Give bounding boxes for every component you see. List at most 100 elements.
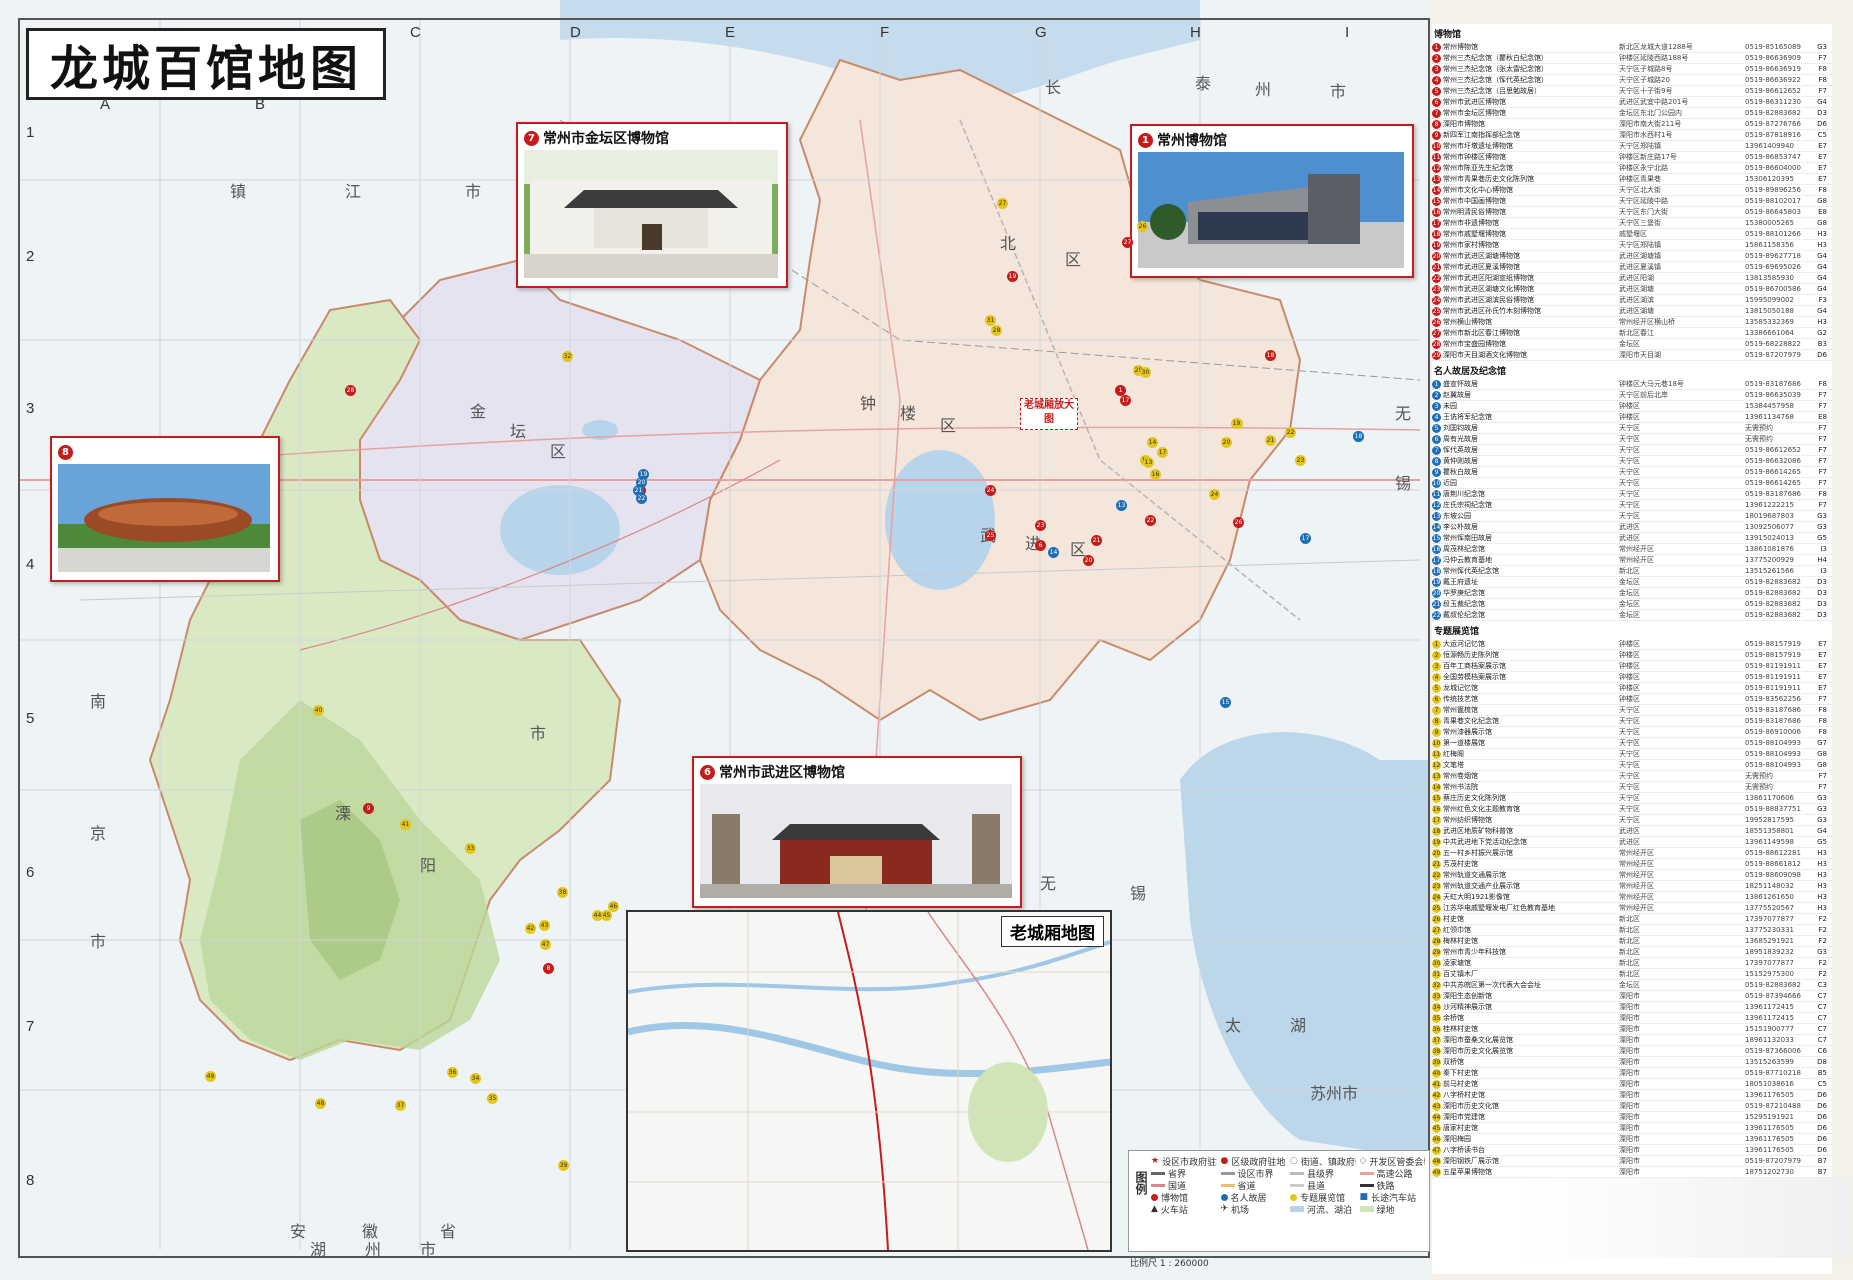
photo-card-liyang[interactable]: 8 溧阳市博物馆 (50, 436, 280, 582)
directory-row[interactable]: 15 蔡庄历史文化陈列馆 天宁区 13861170606 G3 (1432, 793, 1832, 804)
directory-row[interactable]: 11 常州市钟楼区博物馆 钟楼区新庄路17号 0519-86853747 E7 (1432, 152, 1832, 163)
map-marker[interactable]: 22 (636, 493, 647, 504)
map-marker[interactable]: 37 (395, 1100, 406, 1111)
directory-row[interactable]: 47 八字桥读书台 溧阳市 13961176505 D6 (1432, 1145, 1832, 1156)
photo-card-jintan[interactable]: 7 常州市金坛区博物馆 (516, 122, 788, 288)
directory-row[interactable]: 6 周有光故居 天宁区 无需预约 F7 (1432, 434, 1832, 445)
map-marker[interactable]: 14 (1147, 437, 1158, 448)
directory-row[interactable]: 42 八字桥村史馆 溧阳市 13961176505 D6 (1432, 1090, 1832, 1101)
directory-row[interactable]: 24 天虹大明1921影像馆 常州经开区 13861261650 H3 (1432, 892, 1832, 903)
directory-row[interactable]: 1 盛宣怀故居 钟楼区大马元巷18号 0519-83187686 F8 (1432, 379, 1832, 390)
map-marker[interactable]: 40 (313, 705, 324, 716)
directory-panel[interactable]: 博物馆 1 常州博物馆 新北区龙城大道1288号 0519-85165089 G3 2 常州三… (1432, 24, 1832, 1274)
map-marker[interactable]: 36 (447, 1067, 458, 1078)
directory-row[interactable]: 2 常州三杰纪念馆（瞿秋白纪念馆） 钟楼区延陵西路188号 0519-86636909… (1432, 53, 1832, 64)
directory-row[interactable]: 33 溧阳生态创新馆 溧阳市 0519-87394666 C7 (1432, 991, 1832, 1002)
directory-row[interactable]: 4 王诜将军纪念馆 钟楼区 13961134768 E8 (1432, 412, 1832, 423)
map-marker[interactable]: 42 (525, 923, 536, 934)
directory-row[interactable]: 24 常州市武进区湖滨民俗博物馆 武进区湖滨 15995099002 F3 (1432, 295, 1832, 306)
directory-row[interactable]: 34 沙河精神展示馆 溧阳市 13961172415 C7 (1432, 1002, 1832, 1013)
directory-row[interactable]: 48 溧阳钢铁厂展示馆 溧阳市 0519-87207979 B7 (1432, 1156, 1832, 1167)
directory-row[interactable]: 5 常州三杰纪念馆（吕思勉故居） 天宁区十子街9号 0519-86612652 F7 (1432, 86, 1832, 97)
directory-row[interactable]: 10 第一道楼展馆 天宁区 0519-88104993 G7 (1432, 738, 1832, 749)
map-marker[interactable]: 17 (1300, 533, 1311, 544)
directory-row[interactable]: 25 江苏华电戚墅堰发电厂红色教育基地 常州经开区 13775520567 H3 (1432, 903, 1832, 914)
old-city-inset-map[interactable]: 老城厢地图 (626, 910, 1112, 1252)
directory-row[interactable]: 27 常州市新北区春江博物馆 新北区春江 13386661064 G2 (1432, 328, 1832, 339)
inset-map-canvas[interactable] (628, 912, 1110, 1250)
map-marker[interactable]: 35 (487, 1093, 498, 1104)
directory-row[interactable]: 1 常州博物馆 新北区龙城大道1288号 0519-85165089 G3 (1432, 42, 1832, 53)
directory-row[interactable]: 17 常州市非遗博物馆 天宁区三堡街 15380005265 G8 (1432, 218, 1832, 229)
directory-row[interactable]: 21 段玉裁纪念馆 金坛区 0519-82883682 D3 (1432, 599, 1832, 610)
directory-row[interactable]: 12 庄氏宗祠纪念馆 天宁区 13961222215 F7 (1432, 500, 1832, 511)
directory-row[interactable]: 32 中共苏皖区第一次代表大会会址 金坛区 0519-82883682 C3 (1432, 980, 1832, 991)
directory-row[interactable]: 10 常州市圩墩遗址博物馆 天宁区郑陆镇 13961409940 E7 (1432, 141, 1832, 152)
map-marker[interactable]: 24 (1209, 489, 1220, 500)
map-marker[interactable]: 27 (1122, 237, 1133, 248)
directory-row[interactable]: 21 常州市武进区夏溪博物馆 武进区夏溪镇 0519-69695026 G4 (1432, 262, 1832, 273)
directory-row[interactable]: 29 常州市青少年科技馆 新北区 18951839232 G3 (1432, 947, 1832, 958)
old-city-callout[interactable]: 老城厢放大图 (1020, 398, 1078, 430)
map-marker[interactable]: 26 (1233, 517, 1244, 528)
directory-row[interactable]: 22 戴叔伦纪念馆 金坛区 0519-82883682 D3 (1432, 610, 1832, 621)
directory-row[interactable]: 12 常州市陈亚先生纪念馆 钟楼区永宁北路 0519-86604000 E7 (1432, 163, 1832, 174)
map-marker[interactable]: 20 (1083, 555, 1094, 566)
directory-row[interactable]: 25 常州市武进区孙氏竹木刻博物馆 武进区湖塘 13815050188 G4 (1432, 306, 1832, 317)
map-marker[interactable]: 30 (1140, 367, 1151, 378)
directory-row[interactable]: 13 东坡公园 天宁区 18019687803 G3 (1432, 511, 1832, 522)
directory-row[interactable]: 14 李公朴故居 武进区 13092506077 G3 (1432, 522, 1832, 533)
directory-row[interactable]: 14 常州书法院 天宁区 无需预约 F7 (1432, 782, 1832, 793)
map-marker[interactable]: 18 (1353, 431, 1364, 442)
directory-row[interactable]: 20 华罗庚纪念馆 金坛区 0519-82883682 D3 (1432, 588, 1832, 599)
directory-row[interactable]: 8 青果巷文化纪念馆 天宁区 0519-83187686 F8 (1432, 716, 1832, 727)
directory-row[interactable]: 28 梅林村史馆 新北区 13685291921 F2 (1432, 936, 1832, 947)
directory-row[interactable]: 26 村史馆 新北区 17397077877 F2 (1432, 914, 1832, 925)
directory-row[interactable]: 17 常州纺织博物馆 天宁区 19952817595 G3 (1432, 815, 1832, 826)
map-marker[interactable]: 34 (470, 1073, 481, 1084)
map-marker[interactable]: 24 (985, 485, 996, 496)
map-marker[interactable]: 28 (345, 385, 356, 396)
directory-row[interactable]: 4 全国劳模档案展示馆 钟楼区 0519-81191911 E7 (1432, 672, 1832, 683)
directory-row[interactable]: 3 常州三杰纪念馆（张太雷纪念馆） 天宁区子城路8号 0519-86636919 F8 (1432, 64, 1832, 75)
photo-card-wujin[interactable]: 6 常州市武进区博物馆 (692, 756, 1022, 908)
map-marker[interactable]: 17 (1120, 395, 1131, 406)
directory-row[interactable]: 4 常州三杰纪念馆（恽代英纪念馆） 天宁区子城路20 0519-86636922 F8 (1432, 75, 1832, 86)
directory-row[interactable]: 8 黄仲则故居 天宁区 0519-86632086 F7 (1432, 456, 1832, 467)
directory-row[interactable]: 37 溧阳市蚕桑文化展览馆 溧阳市 18961132033 C7 (1432, 1035, 1832, 1046)
directory-row[interactable]: 29 溧阳市天目湖酒文化博物馆 溧阳市天目湖 0519-87207979 D6 (1432, 350, 1832, 361)
map-marker[interactable]: 45 (601, 910, 612, 921)
directory-row[interactable]: 44 溧阳市党建馆 溧阳市 15295191921 D6 (1432, 1112, 1832, 1123)
map-marker[interactable]: 17 (1157, 447, 1168, 458)
directory-row[interactable]: 39 双桥馆 溧阳市 13515263599 D8 (1432, 1057, 1832, 1068)
map-marker[interactable]: 23 (1295, 455, 1306, 466)
directory-row[interactable]: 15 常州市中国画博物馆 天宁区延陵中路 0519-88102017 G8 (1432, 196, 1832, 207)
directory-row[interactable]: 7 常州篦梳馆 天宁区 0519-83187686 F8 (1432, 705, 1832, 716)
map-marker[interactable]: 26 (1137, 221, 1148, 232)
directory-row[interactable]: 20 五一村乡村振兴展示馆 常州经开区 0519-88612281 H3 (1432, 848, 1832, 859)
map-marker[interactable]: 9 (363, 803, 374, 814)
directory-row[interactable]: 40 秦下村史馆 溧阳市 0519-87710218 B5 (1432, 1068, 1832, 1079)
map-marker[interactable]: 16 (1150, 469, 1161, 480)
directory-row[interactable]: 23 常州市武进区湖塘文化博物馆 武进区湖塘 0519-86700586 G4 (1432, 284, 1832, 295)
directory-row[interactable]: 3 百年工商档案展示馆 钟楼区 0519-81191911 E7 (1432, 661, 1832, 672)
directory-row[interactable]: 14 常州市文化中心博物馆 天宁区北大街 0519-89896256 F8 (1432, 185, 1832, 196)
directory-row[interactable]: 11 红梅阁 天宁区 0519-88104993 G8 (1432, 749, 1832, 760)
directory-row[interactable]: 10 近园 天宁区 0519-86614265 F7 (1432, 478, 1832, 489)
map-marker[interactable]: 22 (1285, 427, 1296, 438)
directory-row[interactable]: 38 溧阳市历史文化展览馆 溧阳市 0519-87366006 C6 (1432, 1046, 1832, 1057)
map-marker[interactable]: 38 (557, 887, 568, 898)
map-marker[interactable]: 27 (997, 198, 1008, 209)
directory-row[interactable]: 3 未园 钟楼区 15384457958 F7 (1432, 401, 1832, 412)
directory-row[interactable]: 9 新四军江南指挥部纪念馆 溧阳市水西村1号 0519-87818916 C5 (1432, 130, 1832, 141)
map-marker[interactable]: 14 (1048, 547, 1059, 558)
map-marker[interactable]: 19 (1231, 418, 1242, 429)
map-marker[interactable]: 13 (1116, 500, 1127, 511)
map-marker[interactable]: 31 (985, 315, 996, 326)
map-marker[interactable]: 49 (205, 1071, 216, 1082)
directory-row[interactable]: 17 冯仲云教育基地 常州经开区 13775200929 H4 (1432, 555, 1832, 566)
directory-row[interactable]: 5 龙城记忆馆 钟楼区 0519-81191911 E7 (1432, 683, 1832, 694)
directory-row[interactable]: 49 五星苹果博物馆 溧阳市 18751202730 B7 (1432, 1167, 1832, 1178)
directory-row[interactable]: 7 常州市金坛区博物馆 金坛区东北门公园内 0519-82883682 D3 (1432, 108, 1832, 119)
directory-row[interactable]: 16 常州明清民俗博物馆 天宁区东门大街 0519-86645803 E8 (1432, 207, 1832, 218)
